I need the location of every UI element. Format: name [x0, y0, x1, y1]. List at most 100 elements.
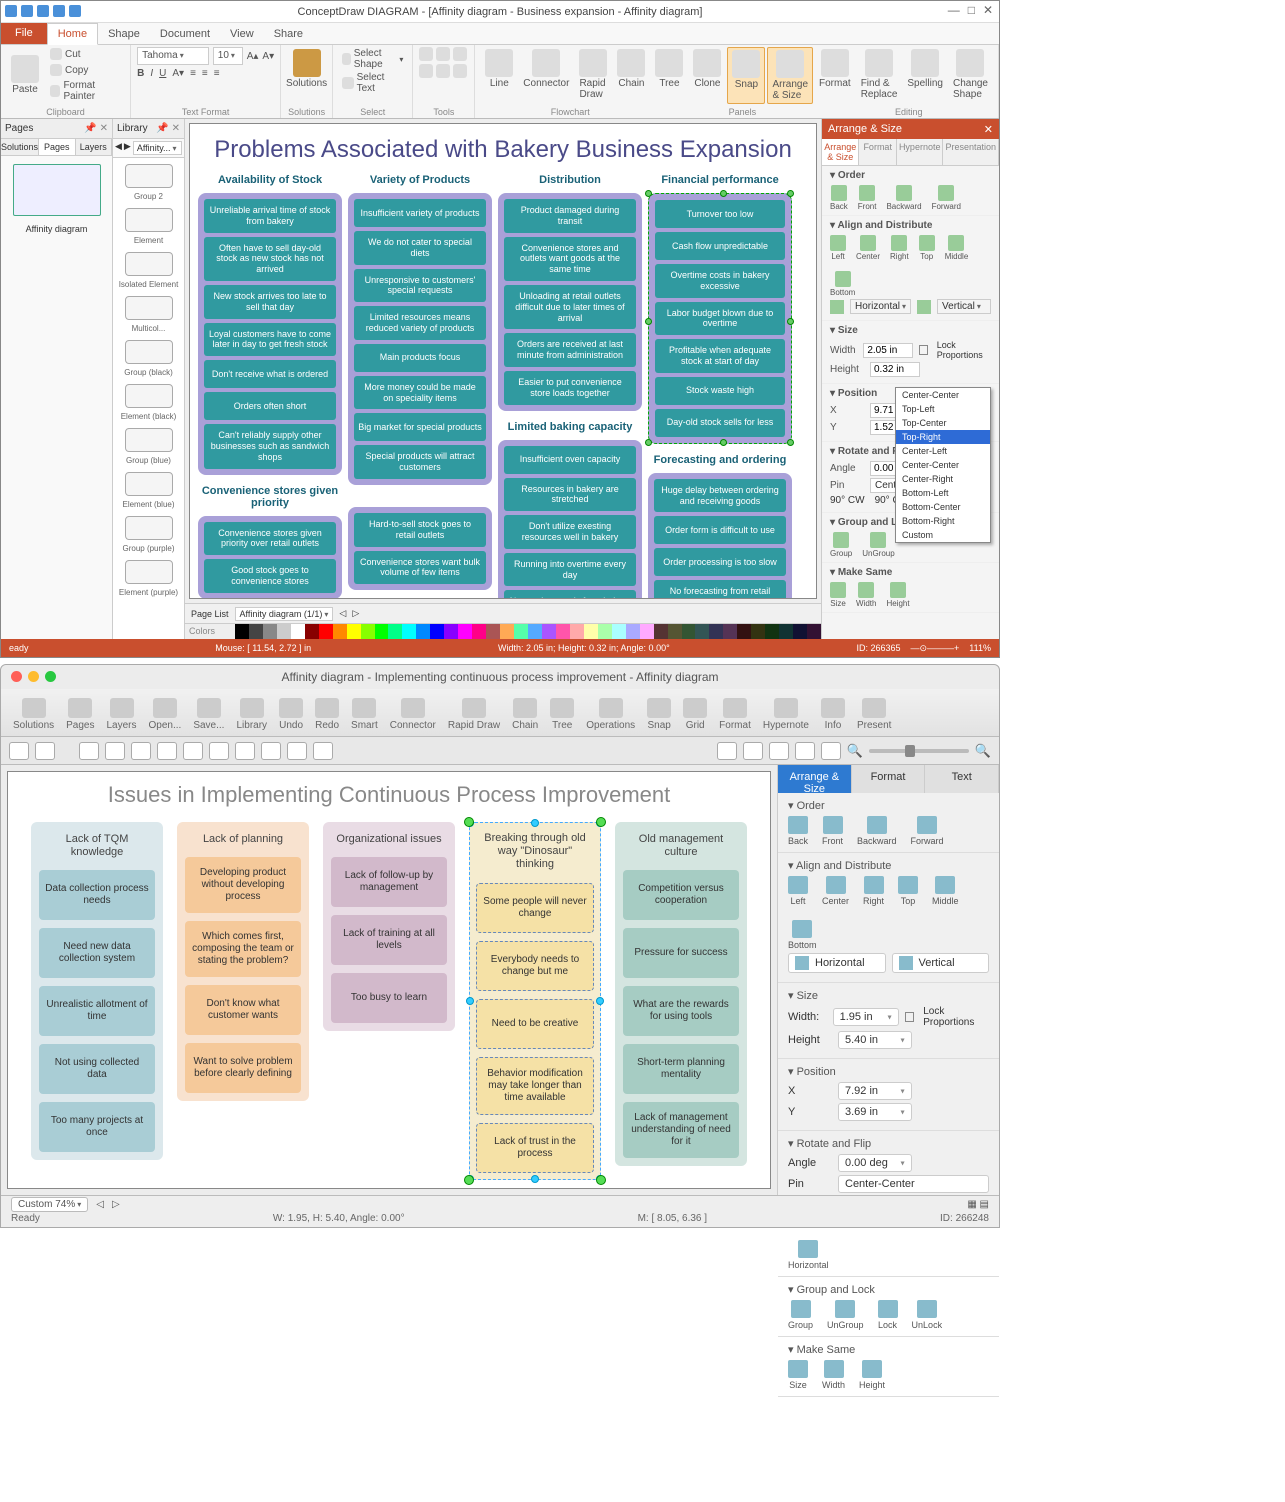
affinity-card[interactable]: Convenience stores given priority over r…: [204, 522, 336, 556]
library-shape[interactable]: [125, 428, 173, 452]
color-swatch[interactable]: [458, 624, 472, 639]
dist-h-icon[interactable]: [830, 300, 844, 314]
tb-save-[interactable]: Save...: [193, 698, 224, 731]
color-swatch[interactable]: [626, 624, 640, 639]
color-swatch[interactable]: [277, 624, 291, 639]
zoom-out-button[interactable]: 🔍: [847, 743, 863, 759]
dec-font-icon[interactable]: A▾: [262, 51, 274, 62]
size-button[interactable]: Size: [788, 1360, 808, 1390]
color-swatch[interactable]: [654, 624, 668, 639]
order-icons[interactable]: BackFrontBackwardForward: [788, 816, 989, 846]
color-swatch[interactable]: [751, 624, 765, 639]
color-swatch[interactable]: [430, 624, 444, 639]
right-button[interactable]: Right: [863, 876, 884, 906]
tree-button[interactable]: Tree: [651, 47, 687, 104]
color-swatch[interactable]: [807, 624, 821, 639]
height-input[interactable]: 5.40 in: [838, 1031, 912, 1049]
affinity-card[interactable]: Unrealistic allotment of time: [39, 986, 155, 1036]
connector-button[interactable]: Connector: [519, 47, 573, 104]
ungroup-button[interactable]: UnGroup: [827, 1300, 864, 1330]
tb-pages[interactable]: Pages: [66, 698, 94, 731]
color-swatch[interactable]: [500, 624, 514, 639]
colors-bar[interactable]: Colors: [185, 623, 821, 639]
group-distribution[interactable]: Product damaged during transitConvenienc…: [498, 193, 642, 411]
color-swatch[interactable]: [584, 624, 598, 639]
backward-button[interactable]: Backward: [857, 816, 897, 846]
color-swatch[interactable]: [598, 624, 612, 639]
pin-dropdown-popup[interactable]: Center-Center Top-Left Top-Center Top-Ri…: [895, 387, 991, 543]
color-swatch[interactable]: [402, 624, 416, 639]
mcol-org[interactable]: Organizational issuesLack of follow-up b…: [323, 822, 455, 1031]
affinity-card[interactable]: Product damaged during transit: [504, 199, 636, 233]
affinity-card[interactable]: Special products will attract customers: [354, 445, 486, 479]
color-swatch[interactable]: [444, 624, 458, 639]
window-controls[interactable]: ―□✕: [948, 3, 993, 17]
zoom-slider[interactable]: [869, 749, 969, 753]
affinity-card[interactable]: New stock arrives too late to sell that …: [204, 285, 336, 319]
tab-arrange-size[interactable]: Arrange & Size: [822, 139, 859, 165]
ellipse-tool-icon[interactable]: [105, 742, 125, 760]
tb-connector[interactable]: Connector: [390, 698, 436, 731]
select-text-button[interactable]: Select Text: [339, 71, 406, 95]
library-shape[interactable]: [125, 252, 173, 276]
order-icons[interactable]: BackFrontBackwardForward: [830, 185, 991, 211]
tb-smart[interactable]: Smart: [351, 698, 378, 731]
affinity-card[interactable]: What are the rewards for using tools: [623, 986, 739, 1036]
tab-document[interactable]: Document: [150, 24, 220, 44]
affinity-card[interactable]: Main products focus: [354, 344, 486, 372]
affinity-card[interactable]: Orders are received at last minute from …: [504, 333, 636, 367]
dd-option[interactable]: Bottom-Left: [896, 486, 990, 500]
affinity-card[interactable]: Don't receive what is ordered: [204, 360, 336, 388]
color-swatch[interactable]: [765, 624, 779, 639]
makesame-icons[interactable]: SizeWidthHeight: [788, 1360, 989, 1390]
selection-handle[interactable]: [720, 190, 727, 197]
width-button[interactable]: Width: [856, 582, 876, 608]
tab-presentation[interactable]: Presentation: [943, 139, 999, 165]
tb-chain[interactable]: Chain: [512, 698, 538, 731]
library-shape[interactable]: [125, 208, 173, 232]
bold-button[interactable]: B: [137, 68, 144, 79]
selection-handle[interactable]: [531, 1175, 539, 1183]
affinity-card[interactable]: Can't reliably supply other businesses s…: [204, 424, 336, 468]
rotate-handle[interactable]: [464, 817, 474, 827]
pan-tool-icon[interactable]: [743, 742, 763, 760]
next-button[interactable]: ▷: [112, 1199, 120, 1210]
pagelist-combo[interactable]: Affinity diagram (1/1): [235, 607, 334, 621]
library-shape[interactable]: [125, 164, 173, 188]
cursor-tool-icon[interactable]: [9, 742, 29, 760]
close-icon[interactable]: [11, 671, 22, 682]
affinity-card[interactable]: Not using collected data: [39, 1044, 155, 1094]
affinity-card[interactable]: Unreliable arrival time of stock from ba…: [204, 199, 336, 233]
canvas-wrap[interactable]: Problems Associated with Bakery Business…: [189, 123, 817, 599]
affinity-card[interactable]: Stock waste high: [655, 377, 785, 405]
color-swatch[interactable]: [737, 624, 751, 639]
affinity-card[interactable]: Need to be creative: [476, 999, 594, 1049]
height-button[interactable]: Height: [886, 582, 909, 608]
affinity-card[interactable]: Convenience stores want bulk volume of f…: [354, 551, 486, 585]
affinity-card[interactable]: Which comes first, composing the team or…: [185, 921, 301, 977]
close-icon[interactable]: ✕: [100, 123, 108, 134]
tb-redo[interactable]: Redo: [315, 698, 339, 731]
selection-handle[interactable]: [645, 439, 652, 446]
affinity-card[interactable]: Unresponsive to customers' special reque…: [354, 269, 486, 303]
text-color-button[interactable]: A▾: [172, 68, 184, 79]
left-button[interactable]: Left: [788, 876, 808, 906]
tb-grid[interactable]: Grid: [683, 698, 707, 731]
tab-pages[interactable]: Pages: [39, 139, 75, 155]
selection-handle[interactable]: [787, 318, 794, 325]
color-swatch[interactable]: [542, 624, 556, 639]
tab-arrange-size[interactable]: Arrange & Size: [778, 765, 852, 793]
size-button[interactable]: Size: [830, 582, 846, 608]
center-button[interactable]: Center: [822, 876, 849, 906]
flip-h-button[interactable]: Horizontal: [788, 1240, 829, 1270]
tab-home[interactable]: Home: [47, 23, 98, 45]
pen-tool-icon[interactable]: [453, 64, 467, 78]
align-left-icon[interactable]: ≡: [190, 68, 196, 79]
height-button[interactable]: Height: [859, 1360, 885, 1390]
ribbon-tabs[interactable]: File Home Shape Document View Share: [1, 23, 999, 45]
affinity-card[interactable]: Behavior modification may take longer th…: [476, 1057, 594, 1115]
mac-tools-bar[interactable]: 🔍 🔍: [1, 737, 999, 765]
ellipse-tool-icon[interactable]: [436, 47, 450, 61]
color-swatch[interactable]: [556, 624, 570, 639]
zoom-out-icon[interactable]: [821, 742, 841, 760]
